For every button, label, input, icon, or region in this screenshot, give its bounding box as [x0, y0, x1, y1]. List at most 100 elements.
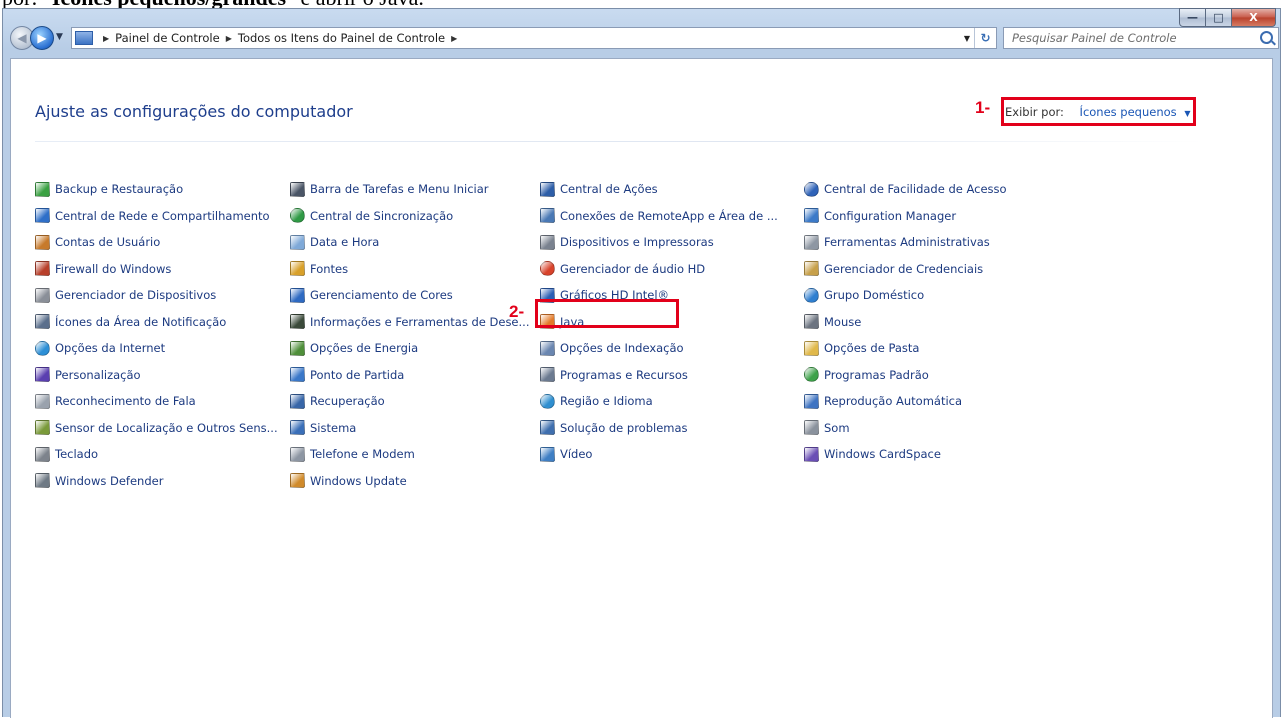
recent-pages-dropdown[interactable]: ▼: [56, 32, 63, 42]
content-pane: Ajuste as configurações do computador Ex…: [10, 58, 1273, 718]
cp-item-sync[interactable]: Central de Sincronização: [290, 207, 453, 225]
folder-options-icon: [804, 340, 819, 356]
breadcrumb-separator-icon[interactable]: ▶: [226, 34, 232, 43]
cp-item-admin-tools[interactable]: Ferramentas Administrativas: [804, 233, 990, 251]
cp-item-homegroup[interactable]: Grupo Doméstico: [804, 286, 924, 304]
backup-icon: [35, 181, 50, 197]
cp-item-default-programs[interactable]: Programas Padrão: [804, 366, 929, 384]
cp-item-remoteapp[interactable]: Conexões de RemoteApp e Área de ...: [540, 207, 778, 225]
admin-tools-icon: [804, 234, 819, 250]
search-icon[interactable]: [1260, 31, 1273, 44]
cp-item-sound[interactable]: Som: [804, 419, 850, 437]
cp-item-defender[interactable]: Windows Defender: [35, 472, 163, 490]
cp-item-power[interactable]: Opções de Energia: [290, 339, 418, 357]
cp-item-color-management[interactable]: Gerenciamento de Cores: [290, 286, 453, 304]
cp-item-label: Reconhecimento de Fala: [55, 394, 196, 408]
cp-item-label: Opções da Internet: [55, 341, 166, 355]
cp-item-mouse[interactable]: Mouse: [804, 313, 861, 331]
audio-icon: [540, 261, 555, 276]
users-icon: [35, 234, 50, 250]
cp-item-label: Firewall do Windows: [55, 261, 172, 276]
forward-button[interactable]: ▶: [30, 26, 54, 50]
search-box[interactable]: [1003, 27, 1279, 49]
cp-item-label: Opções de Indexação: [560, 341, 684, 355]
refresh-button[interactable]: ↻: [974, 28, 996, 48]
cp-item-users[interactable]: Contas de Usuário: [35, 233, 160, 251]
cp-item-label: Programas e Recursos: [560, 367, 688, 382]
cp-item-personalization[interactable]: Personalização: [35, 366, 141, 384]
cp-item-getting-started[interactable]: Ponto de Partida: [290, 366, 404, 384]
homegroup-icon: [804, 287, 819, 303]
cp-item-keyboard[interactable]: Teclado: [35, 445, 98, 463]
cp-item-folder-options[interactable]: Opções de Pasta: [804, 339, 919, 357]
breadcrumb-todos-os-itens[interactable]: Todos os Itens do Painel de Controle: [238, 31, 445, 45]
breadcrumb-separator-icon[interactable]: ▶: [103, 34, 109, 43]
mouse-icon: [804, 314, 819, 329]
cp-item-performance[interactable]: Informações e Ferramentas de Dese...: [290, 313, 529, 331]
cp-item-label: Recuperação: [310, 394, 385, 408]
address-bar[interactable]: ▶ Painel de Controle ▶ Todos os Itens do…: [71, 27, 997, 49]
cp-item-display[interactable]: Vídeo: [540, 445, 592, 463]
cp-item-label: Sistema: [310, 420, 357, 435]
programs-icon: [540, 367, 555, 382]
cp-item-label: Reprodução Automática: [824, 394, 963, 408]
action-center-icon: [540, 181, 555, 197]
default-programs-icon: [804, 367, 819, 382]
cp-item-config-manager[interactable]: Configuration Manager: [804, 207, 956, 225]
defender-icon: [35, 473, 50, 488]
annotation-1-box: [1001, 97, 1196, 126]
cp-item-label: Gerenciador de Credenciais: [824, 261, 984, 276]
ease-of-access-icon: [804, 181, 819, 197]
cp-item-firewall[interactable]: Firewall do Windows: [35, 260, 171, 278]
cp-item-printer[interactable]: Dispositivos e Impressoras: [540, 233, 714, 251]
cp-item-autoplay[interactable]: Reprodução Automática: [804, 392, 962, 410]
breadcrumb-painel-de-controle[interactable]: Painel de Controle: [115, 31, 220, 45]
breadcrumb-separator-icon[interactable]: ▶: [451, 34, 457, 43]
cp-item-label: Solução de problemas: [560, 420, 688, 435]
cp-item-fonts[interactable]: Fontes: [290, 260, 348, 278]
cp-item-network[interactable]: Central de Rede e Compartilhamento: [35, 207, 270, 225]
sound-icon: [804, 420, 819, 435]
address-dropdown-icon[interactable]: ▼: [960, 28, 974, 48]
cp-item-credentials[interactable]: Gerenciador de Credenciais: [804, 260, 983, 278]
system-icon: [290, 420, 305, 435]
cp-item-indexing[interactable]: Opções de Indexação: [540, 339, 684, 357]
cp-item-sensor[interactable]: Sensor de Localização e Outros Sens...: [35, 419, 278, 437]
cp-item-label: Personalização: [55, 367, 141, 382]
cp-item-taskbar[interactable]: Barra de Tarefas e Menu Iniciar: [290, 180, 489, 198]
cp-item-cardspace[interactable]: Windows CardSpace: [804, 445, 941, 463]
cp-item-label: Mouse: [824, 314, 862, 329]
cp-item-phone-modem[interactable]: Telefone e Modem: [290, 445, 415, 463]
cp-item-label: Central de Sincronização: [310, 208, 454, 223]
cp-item-clock[interactable]: Data e Hora: [290, 233, 379, 251]
cp-item-system[interactable]: Sistema: [290, 419, 356, 437]
cp-item-audio[interactable]: Gerenciador de áudio HD: [540, 260, 705, 278]
cp-item-microphone[interactable]: Reconhecimento de Fala: [35, 392, 196, 410]
cp-item-troubleshoot[interactable]: Solução de problemas: [540, 419, 688, 437]
recovery-icon: [290, 393, 305, 409]
navigation-bar: ◀ ▶ ▼ ▶ Painel de Controle ▶ Todos os It…: [3, 23, 1280, 57]
cp-item-backup[interactable]: Backup e Restauração: [35, 180, 183, 198]
cp-item-device-manager[interactable]: Gerenciador de Dispositivos: [35, 286, 216, 304]
cp-item-label: Windows Defender: [55, 473, 164, 488]
cp-item-label: Vídeo: [560, 447, 593, 461]
cp-item-label: Som: [824, 420, 850, 435]
cp-item-windows-update[interactable]: Windows Update: [290, 472, 407, 490]
cp-item-recovery[interactable]: Recuperação: [290, 392, 385, 410]
search-input[interactable]: [1010, 30, 1254, 46]
cp-item-ease-of-access[interactable]: Central de Facilidade de Acesso: [804, 180, 1007, 198]
cp-item-label: Backup e Restauração: [55, 182, 184, 196]
region-icon: [540, 393, 555, 409]
windows-update-icon: [290, 473, 305, 488]
cp-item-label: Conexões de RemoteApp e Área de ...: [560, 208, 778, 223]
cp-item-label: Gerenciador de áudio HD: [560, 261, 706, 276]
cp-item-internet[interactable]: Opções da Internet: [35, 339, 165, 357]
cp-item-region[interactable]: Região e Idioma: [540, 392, 653, 410]
cp-item-label: Windows CardSpace: [824, 447, 941, 461]
credentials-icon: [804, 261, 819, 276]
cp-item-action-center[interactable]: Central de Ações: [540, 180, 658, 198]
header-divider: [35, 141, 1205, 142]
cp-item-label: Gerenciador de Dispositivos: [55, 288, 217, 302]
cp-item-programs[interactable]: Programas e Recursos: [540, 366, 688, 384]
cp-item-notification[interactable]: Ícones da Área de Notificação: [35, 313, 226, 331]
